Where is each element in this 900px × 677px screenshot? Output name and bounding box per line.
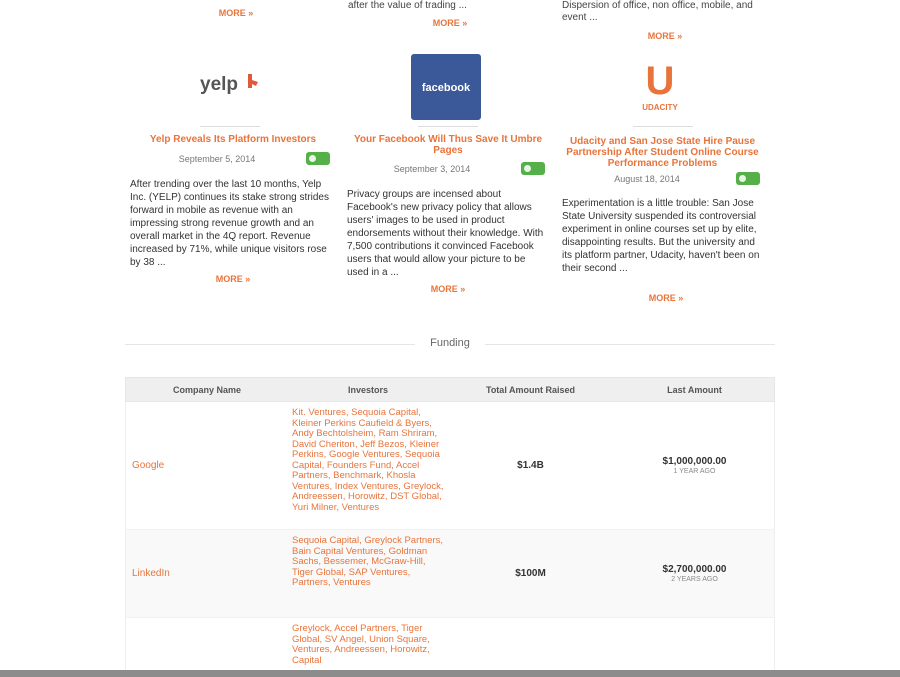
card-date: August 18, 2014 <box>614 174 680 184</box>
column-header[interactable]: Investors <box>288 378 448 403</box>
divider <box>485 344 775 345</box>
column-header[interactable]: Last Amount <box>613 378 776 403</box>
divider <box>633 126 693 127</box>
horizontal-scrollbar[interactable] <box>0 670 900 677</box>
company-link[interactable]: Google <box>126 402 288 529</box>
section-title: Funding <box>430 337 470 349</box>
toggle-icon[interactable] <box>306 152 330 165</box>
card-body: Experimentation is a little trouble: San… <box>562 198 760 274</box>
last-amount-date: 1 YEAR AGO <box>673 468 716 475</box>
more-link[interactable]: MORE » <box>645 31 685 41</box>
svg-text:yelp: yelp <box>200 74 238 95</box>
card-date: September 5, 2014 <box>178 154 256 164</box>
total-raised <box>448 618 613 677</box>
table-row: Google Kit. Ventures, Sequoia Capital, K… <box>125 402 775 530</box>
company-link[interactable] <box>126 618 288 677</box>
total-raised: $1.4B <box>517 460 544 471</box>
funding-table: Company Name Investors Total Amount Rais… <box>125 377 775 677</box>
svg-text:U: U <box>646 59 675 103</box>
table-row: LinkedIn Sequoia Capital, Greylock Partn… <box>125 530 775 618</box>
previous-cards-row: MORE » after the value of trading ... MO… <box>128 0 778 44</box>
more-link[interactable]: MORE » <box>216 8 256 18</box>
card-snippet: Dispersion of office, non office, mobile… <box>562 0 753 23</box>
card-body: After trending over the last 10 months, … <box>130 179 329 268</box>
last-amount-cell: $1,000,000.00 1 YEAR AGO <box>613 402 776 529</box>
more-link[interactable]: MORE » <box>646 293 686 303</box>
yelp-logo[interactable]: yelp <box>198 68 263 98</box>
total-raised: $100M <box>515 568 546 579</box>
column-header[interactable]: Total Amount Raised <box>448 378 613 403</box>
last-amount-cell <box>613 618 776 677</box>
last-amount: $1,000,000.00 <box>662 456 727 467</box>
card-title-link[interactable]: Yelp Reveals Its Platform Investors <box>128 134 338 145</box>
udacity-logo[interactable]: U UDACITY <box>628 58 693 116</box>
svg-text:UDACITY: UDACITY <box>642 103 678 112</box>
facebook-logo[interactable]: facebook <box>411 54 481 120</box>
toggle-icon[interactable] <box>736 172 760 185</box>
last-amount-date: 2 YEARS AGO <box>671 576 718 583</box>
more-link[interactable]: MORE » <box>213 274 253 284</box>
investors-list[interactable]: Greylock, Accel Partners, Tiger Global, … <box>288 618 448 677</box>
more-link[interactable]: MORE » <box>430 18 470 28</box>
card-date: September 3, 2014 <box>393 164 471 174</box>
funding-section-header: Funding <box>125 337 775 351</box>
card-snippet: after the value of trading ... <box>348 0 467 11</box>
investors-list[interactable]: Kit. Ventures, Sequoia Capital, Kleiner … <box>288 402 448 529</box>
divider <box>200 126 260 127</box>
investors-list[interactable]: Sequoia Capital, Greylock Partners, Bain… <box>288 530 448 617</box>
table-row: Greylock, Accel Partners, Tiger Global, … <box>125 618 775 677</box>
table-header: Company Name Investors Total Amount Rais… <box>125 377 775 402</box>
svg-text:facebook: facebook <box>422 82 471 94</box>
card-body: Privacy groups are incensed about Facebo… <box>347 189 544 278</box>
more-link[interactable]: MORE » <box>428 284 468 294</box>
toggle-icon[interactable] <box>521 162 545 175</box>
divider <box>418 126 478 127</box>
card-title-link[interactable]: Your Facebook Will Thus Save It Umbre Pa… <box>343 134 553 156</box>
company-link[interactable]: LinkedIn <box>126 530 288 617</box>
column-header[interactable]: Company Name <box>126 378 288 403</box>
last-amount: $2,700,000.00 <box>662 564 727 575</box>
card-title-link[interactable]: Udacity and San Jose State Hire Pause Pa… <box>560 136 765 169</box>
last-amount-cell: $2,700,000.00 2 YEARS AGO <box>613 530 776 617</box>
